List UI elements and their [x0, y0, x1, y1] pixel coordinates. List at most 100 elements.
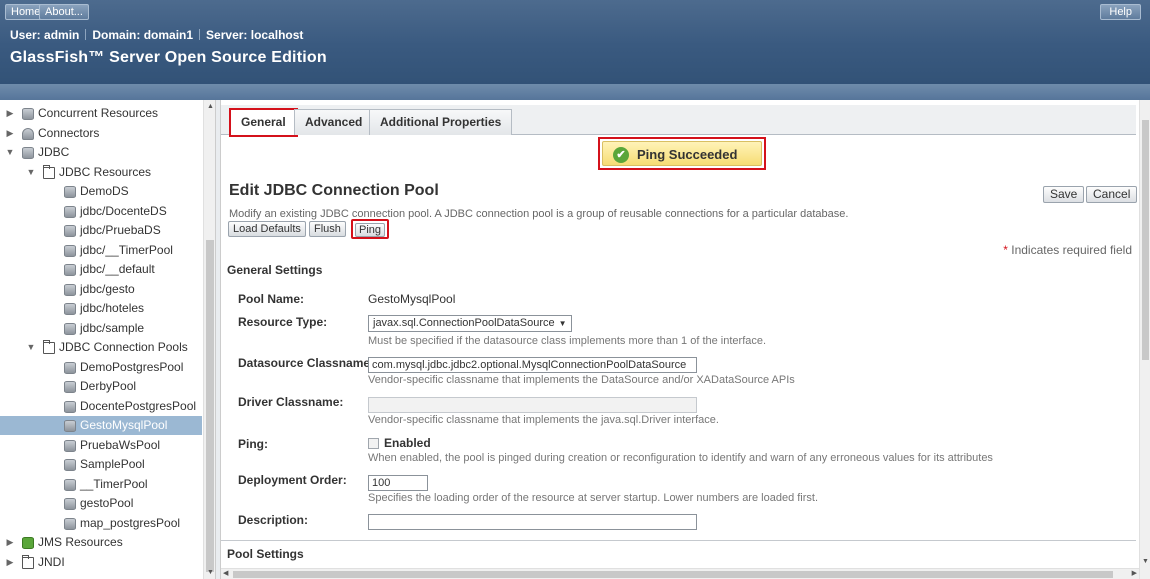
tab-advanced[interactable]: Advanced [294, 109, 374, 135]
tree-item[interactable]: DocentePostgresPool [0, 397, 202, 416]
tree-item[interactable]: ▶ JNDI [0, 553, 202, 572]
expand-right-icon[interactable]: ▶ [5, 104, 15, 123]
database-icon [64, 225, 76, 237]
folder-icon [22, 554, 34, 569]
scroll-up-arrow-icon[interactable]: ▲ [207, 103, 214, 110]
datasource-classname-input[interactable]: com.mysql.jdbc.jdbc2.optional.MysqlConne… [368, 357, 697, 373]
content-vertical-scrollbar[interactable]: ▼ [1139, 100, 1150, 579]
scroll-thumb[interactable] [233, 571, 1113, 578]
expand-down-icon[interactable]: ▼ [26, 163, 36, 182]
driver-classname-help: Vendor-specific classname that implement… [368, 414, 719, 426]
scroll-down-arrow-icon[interactable]: ▼ [1142, 558, 1149, 565]
pool-name-value: GestoMysqlPool [368, 292, 456, 306]
tree-item[interactable]: jdbc/DocenteDS [0, 202, 202, 221]
tree-item[interactable]: ▶ Concurrent Resources [0, 104, 202, 123]
resource-type-select[interactable]: javax.sql.ConnectionPoolDataSource ▼ [368, 315, 572, 332]
description-input[interactable] [368, 514, 697, 530]
database-icon [64, 498, 76, 510]
ping-enabled-label: Enabled [384, 436, 431, 450]
tree-item-label: DemoDS [80, 184, 129, 198]
page-title: Edit JDBC Connection Pool [229, 182, 439, 199]
tree-item[interactable]: jdbc/sample [0, 319, 202, 338]
expand-down-icon[interactable]: ▼ [26, 338, 36, 357]
domain-name: Domain: domain1 [92, 28, 194, 42]
tree-item[interactable]: jdbc/PruebaDS [0, 221, 202, 240]
database-icon [64, 478, 76, 491]
tree-item-label: jdbc/sample [80, 320, 145, 335]
separator [199, 29, 201, 40]
tree-item[interactable]: ▶ Connectors [0, 124, 202, 143]
scroll-thumb[interactable] [206, 240, 214, 572]
ping-success-message: ✔ Ping Succeeded [598, 137, 766, 170]
tree-item[interactable]: GestoMysqlPool [0, 416, 202, 435]
database-icon [64, 459, 76, 471]
tree-item[interactable]: ▼ JDBC Resources [0, 163, 202, 182]
tree-item[interactable]: map_postgresPool [0, 514, 202, 533]
user-name: User: admin [10, 28, 80, 42]
tree-item[interactable]: SamplePool [0, 455, 202, 474]
ping-button[interactable]: Ping [351, 219, 390, 239]
tree-item[interactable]: jdbc/hoteles [0, 299, 202, 318]
database-icon [64, 303, 76, 315]
scroll-down-arrow-icon[interactable]: ▼ [207, 569, 214, 576]
database-icon [64, 381, 76, 393]
tree-item[interactable]: ▼ JDBC Connection Pools [0, 338, 202, 357]
tree-item-label: __TimerPool [80, 476, 148, 491]
cancel-button[interactable]: Cancel [1086, 186, 1138, 203]
driver-classname-input[interactable] [368, 397, 697, 413]
connector-icon [22, 127, 34, 140]
tree-item-label: jdbc/gesto [80, 281, 135, 296]
datasource-classname-help: Vendor-specific classname that implement… [368, 374, 795, 386]
check-circle-icon: ✔ [613, 147, 629, 163]
tab-additional-properties[interactable]: Additional Properties [369, 109, 513, 135]
description-label: Description: [238, 513, 309, 527]
tree-item-label: map_postgresPool [80, 515, 181, 530]
tree-item[interactable]: DemoPostgresPool [0, 358, 202, 377]
about-button[interactable]: About... [39, 4, 89, 20]
tree-scrollbar[interactable]: ▲ ▼ [203, 100, 215, 579]
tree-item[interactable]: gestoPool [0, 494, 202, 513]
deployment-order-help: Specifies the loading order of the resou… [368, 492, 819, 504]
tab-bar: General Advanced Additional Properties [221, 105, 1136, 137]
tree-item[interactable]: ▼ JDBC [0, 143, 202, 162]
tree-item[interactable]: __TimerPool [0, 475, 202, 494]
tree-item-label: JDBC Resources [59, 164, 152, 179]
tree-item[interactable]: jdbc/__TimerPool [0, 241, 202, 260]
tree-item-label: JDBC [38, 145, 70, 159]
database-icon [64, 420, 76, 432]
pool-name-label: Pool Name: [238, 292, 305, 306]
content-horizontal-scrollbar[interactable]: ◀ ▶ [221, 568, 1139, 579]
tree-item[interactable]: DemoDS [0, 182, 202, 201]
driver-classname-label: Driver Classname: [238, 395, 344, 409]
help-button[interactable]: Help [1100, 4, 1141, 20]
tree-item[interactable]: DerbyPool [0, 377, 202, 396]
scroll-right-arrow-icon[interactable]: ▶ [1132, 569, 1137, 577]
scroll-thumb[interactable] [1142, 120, 1149, 360]
resource-type-value: javax.sql.ConnectionPoolDataSource [373, 317, 555, 329]
tree-item-label: jdbc/__TimerPool [80, 242, 173, 257]
scroll-left-arrow-icon[interactable]: ◀ [223, 569, 228, 577]
expand-right-icon[interactable]: ▶ [5, 553, 15, 572]
expand-right-icon[interactable]: ▶ [5, 124, 15, 143]
expand-down-icon[interactable]: ▼ [5, 143, 15, 162]
tree-item-label: JMS Resources [38, 535, 123, 549]
load-defaults-button[interactable]: Load Defaults [228, 221, 306, 237]
deployment-order-label: Deployment Order: [238, 473, 347, 487]
required-note-text: Indicates required field [1011, 243, 1132, 257]
navigation-tree: ▶ Concurrent Resources ▶ Connectors ▼ JDBC ▼ JD… [0, 100, 215, 579]
tree-item[interactable]: ▶ JMS Resources [0, 533, 202, 552]
save-button[interactable]: Save [1043, 186, 1085, 203]
tab-general[interactable]: General [229, 108, 298, 137]
ping-enabled-checkbox[interactable] [368, 438, 379, 449]
tree-item[interactable]: jdbc/__default [0, 260, 202, 279]
expand-right-icon[interactable]: ▶ [5, 533, 15, 552]
tree-item-label: Connectors [38, 125, 100, 140]
tree-item[interactable]: jdbc/gesto [0, 280, 202, 299]
page-help-text: Modify an existing JDBC connection pool.… [229, 208, 849, 220]
database-icon [64, 205, 76, 218]
chevron-down-icon: ▼ [558, 319, 567, 328]
tree-item[interactable]: PruebaWsPool [0, 436, 202, 455]
flush-button[interactable]: Flush [309, 221, 346, 237]
deployment-order-input[interactable]: 100 [368, 475, 428, 491]
masthead: Home About... Help User: admin Domain: do… [0, 0, 1150, 100]
